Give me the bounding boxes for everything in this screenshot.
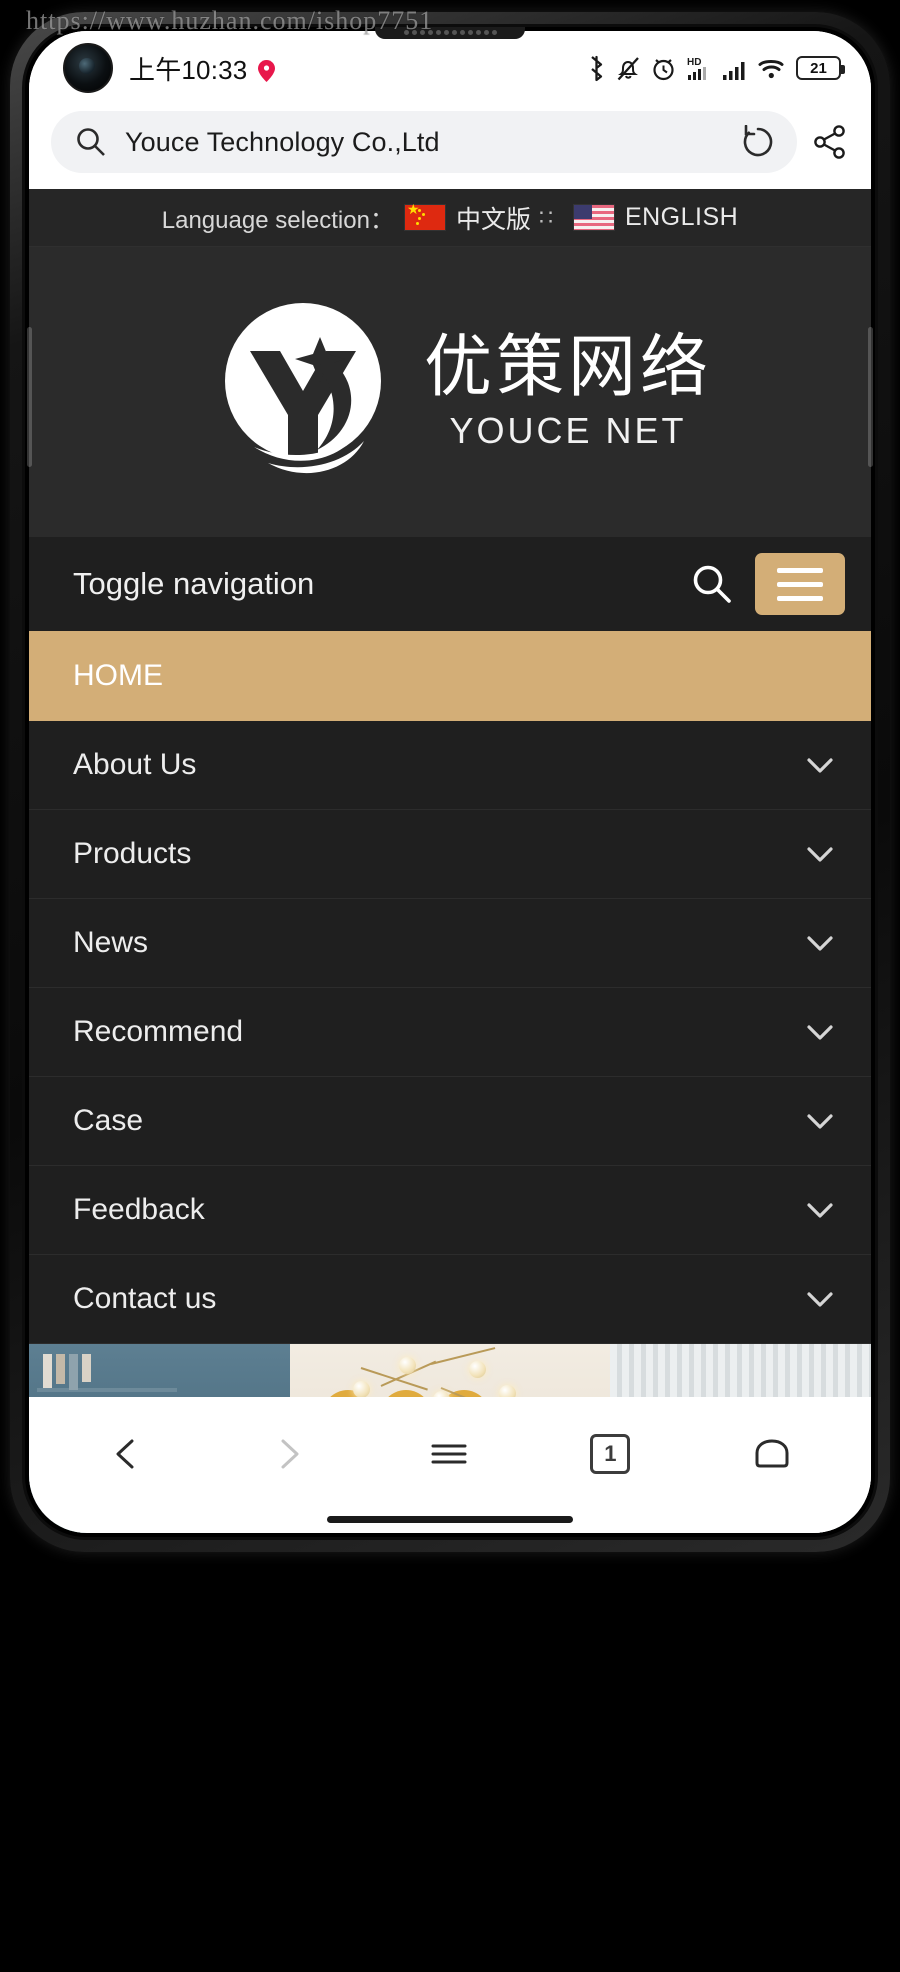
website-content: Language selection： 中文版 ∷ ENGLISH <box>29 189 871 1533</box>
nav-item-label: Feedback <box>73 1193 205 1226</box>
location-pin-icon <box>258 59 276 82</box>
nav-item-contact-us[interactable]: Contact us <box>29 1255 871 1344</box>
language-link-english[interactable]: ENGLISH <box>625 203 738 232</box>
hamburger-menu-icon[interactable] <box>428 1433 470 1475</box>
chevron-down-icon[interactable] <box>803 748 837 782</box>
browser-bottom-bar: 1 <box>29 1397 871 1533</box>
reload-icon[interactable] <box>741 125 775 159</box>
screen-edge-highlight-left <box>27 327 32 467</box>
language-selection-bar: Language selection： 中文版 ∷ ENGLISH <box>29 189 871 247</box>
language-link-chinese[interactable]: 中文版 <box>456 200 531 236</box>
logo-english-name: YOUCE NET <box>449 409 687 451</box>
url-bar[interactable]: Youce Technology Co.,Ltd <box>51 111 797 173</box>
nav-item-home[interactable]: HOME <box>29 631 871 721</box>
chevron-down-icon[interactable] <box>803 1104 837 1138</box>
tab-count-value: 1 <box>604 1441 617 1466</box>
chevron-down-icon[interactable] <box>803 1282 837 1316</box>
site-search-icon[interactable] <box>691 563 733 605</box>
nav-item-feedback[interactable]: Feedback <box>29 1166 871 1255</box>
nav-item-news[interactable]: News <box>29 899 871 988</box>
usa-flag-icon[interactable] <box>572 204 615 231</box>
nav-item-recommend[interactable]: Recommend <box>29 988 871 1077</box>
battery-percent: 21 <box>810 59 827 77</box>
chevron-down-icon[interactable] <box>803 926 837 960</box>
front-camera-punchhole <box>63 43 113 93</box>
wifi-icon <box>758 56 785 80</box>
chevron-down-icon[interactable] <box>803 1193 837 1227</box>
bluetooth-icon <box>587 55 606 82</box>
phone-screen: 上午10:33 HD 21 Youce Technology Co.,Ltd L… <box>29 31 871 1533</box>
status-icons: HD 21 <box>587 55 845 82</box>
tab-count-button[interactable]: 1 <box>590 1434 631 1474</box>
china-flag-icon[interactable] <box>403 202 446 231</box>
logo-text: 优策网络 YOUCE NET <box>424 332 712 451</box>
nav-item-label: Recommend <box>73 1015 244 1048</box>
nav-item-case[interactable]: Case <box>29 1077 871 1166</box>
signal-bars-icon <box>722 55 747 81</box>
hd-icon: HD <box>687 55 711 81</box>
nav-item-label: HOME <box>73 659 163 692</box>
url-text[interactable]: Youce Technology Co.,Ltd <box>125 127 723 158</box>
mute-bell-icon <box>617 56 640 81</box>
chevron-down-icon[interactable] <box>803 837 837 871</box>
nav-item-label: Contact us <box>73 1282 217 1315</box>
search-icon <box>75 126 107 158</box>
forward-arrow-icon[interactable] <box>268 1434 308 1474</box>
home-icon[interactable] <box>751 1433 793 1475</box>
screenshot-root: https://www.huzhan.com/ishop7751 上午10:33 <box>0 0 900 1972</box>
chevron-down-icon[interactable] <box>803 1015 837 1049</box>
phone-frame: 上午10:33 HD 21 Youce Technology Co.,Ltd L… <box>10 12 890 1552</box>
nav-item-about-us[interactable]: About Us <box>29 721 871 810</box>
back-arrow-icon[interactable] <box>107 1434 147 1474</box>
alarm-clock-icon <box>651 56 676 81</box>
navigation-menu: HOME About Us Products News Recommend Ca… <box>29 631 871 1344</box>
toggle-navigation-label[interactable]: Toggle navigation <box>73 566 314 602</box>
logo-chinese-name: 优策网络 <box>423 328 712 408</box>
status-bar: 上午10:33 HD 21 <box>29 31 871 105</box>
phone-bezel: 上午10:33 HD 21 Youce Technology Co.,Ltd L… <box>22 24 878 1540</box>
battery-icon: 21 <box>796 56 845 80</box>
system-home-indicator[interactable] <box>327 1516 573 1523</box>
youce-y-logo-icon <box>208 297 398 487</box>
nav-item-products[interactable]: Products <box>29 810 871 899</box>
navbar-header: Toggle navigation <box>29 537 871 631</box>
language-selection-label: Language selection： <box>161 207 394 234</box>
watermark-url: https://www.huzhan.com/ishop7751 <box>26 6 434 35</box>
share-icon[interactable] <box>811 123 849 161</box>
svg-text:HD: HD <box>687 57 701 68</box>
status-clock: 上午10:33 <box>129 54 248 85</box>
nav-item-label: Products <box>73 837 192 870</box>
nav-item-label: Case <box>73 1104 144 1137</box>
screen-edge-highlight-right <box>868 327 873 467</box>
nav-item-label: About Us <box>73 748 197 781</box>
browser-toolbar: Youce Technology Co.,Ltd <box>29 105 871 189</box>
site-logo-block[interactable]: 优策网络 YOUCE NET <box>29 247 871 537</box>
nav-item-label: News <box>73 926 149 959</box>
hamburger-menu-button[interactable] <box>755 553 845 615</box>
language-separator: ∷ <box>538 204 555 230</box>
